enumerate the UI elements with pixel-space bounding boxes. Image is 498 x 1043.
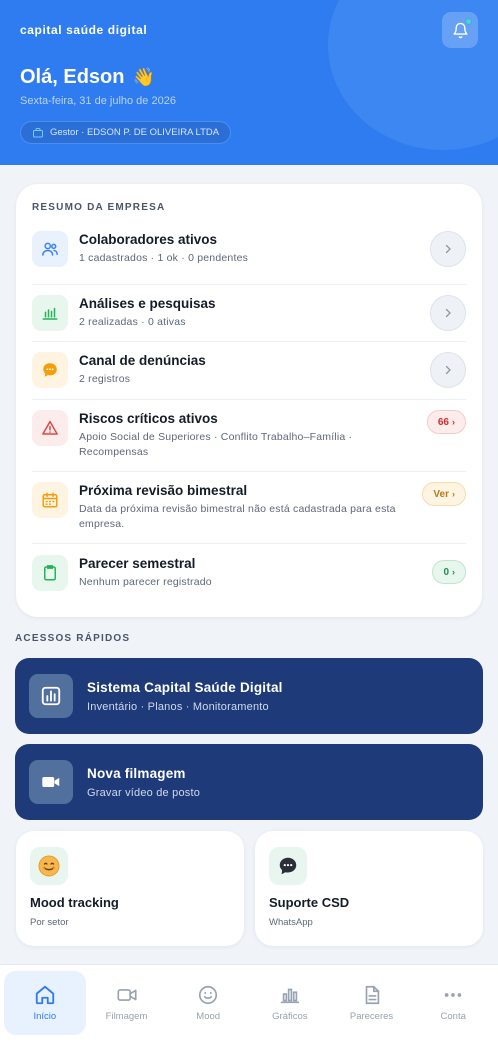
nav-item-conta[interactable]: Conta	[412, 971, 494, 1035]
nav-label: Conta	[440, 1011, 466, 1022]
support-card[interactable]: Suporte CSD WhatsApp	[255, 831, 483, 946]
role-text: Gestor · EDSON P. DE OLIVEIRA LTDA	[50, 127, 220, 138]
bar-chart-icon	[29, 674, 73, 718]
quick-access-title: ACESSOS RÁPIDOS	[15, 633, 131, 644]
summary-row-riscos[interactable]: Riscos críticos ativos Apoio Social de S…	[32, 410, 466, 472]
current-date: Sexta-feira, 31 de julho de 2026	[20, 95, 176, 107]
waving-hand-icon: 👋	[132, 67, 155, 87]
chat-bubble-icon	[269, 847, 307, 885]
chevron-right-icon: ›	[452, 417, 455, 427]
company-summary-card: RESUMO DA EMPRESA Colaboradores ativos 1…	[16, 184, 482, 617]
bottom-navigation: Início Filmagem Mood Gráficos Pareceres …	[0, 964, 498, 1043]
more-icon	[444, 993, 462, 997]
notifications-button[interactable]	[442, 12, 478, 48]
nav-item-filmagem[interactable]: Filmagem	[86, 971, 168, 1035]
row-title: Próxima revisão bimestral	[79, 483, 248, 498]
nav-item-inicio[interactable]: Início	[4, 971, 86, 1035]
summary-title: RESUMO DA EMPRESA	[32, 202, 166, 213]
mini-card-title: Suporte CSD	[269, 895, 350, 910]
mini-card-title: Mood tracking	[30, 895, 119, 910]
video-camera-icon	[116, 989, 137, 1001]
qa-card-subtitle: Inventário · Planos · Monitoramento	[87, 700, 269, 713]
brand-name: capital saúde digital	[20, 23, 148, 37]
nav-label: Gráficos	[272, 1011, 308, 1022]
user-role-icon	[33, 127, 43, 137]
mini-card-subtitle: Por setor	[30, 917, 69, 928]
summary-row-denuncias[interactable]: Canal de denúncias 2 registros	[32, 352, 466, 400]
row-subtitle: 2 registros	[79, 373, 131, 385]
row-subtitle: Nenhum parecer registrado	[79, 576, 212, 588]
row-subtitle: 2 realizadas · 0 ativas	[79, 316, 186, 328]
bar-chart-icon	[280, 988, 299, 1004]
chevron-button[interactable]	[430, 295, 466, 331]
summary-row-parecer[interactable]: Parecer semestral Nenhum parecer registr…	[32, 555, 466, 599]
review-view-badge[interactable]: Ver ›	[422, 482, 466, 506]
nav-item-mood[interactable]: Mood	[167, 971, 249, 1035]
nav-label: Filmagem	[105, 1011, 148, 1022]
mood-tracking-card[interactable]: Mood tracking Por setor	[16, 831, 244, 946]
home-icon	[35, 985, 54, 1005]
nav-item-graficos[interactable]: Gráficos	[249, 971, 331, 1035]
qa-card-title: Sistema Capital Saúde Digital	[87, 679, 283, 695]
chevron-button[interactable]	[430, 231, 466, 267]
chat-bubble-icon	[32, 352, 68, 388]
users-icon	[32, 231, 68, 267]
qa-card-subtitle: Gravar vídeo de posto	[87, 786, 201, 799]
smiley-icon	[199, 985, 218, 1005]
bar-chart-icon	[32, 295, 68, 331]
notification-dot	[465, 18, 472, 25]
greeting: Olá, Edson 👋	[20, 66, 155, 89]
row-title: Análises e pesquisas	[79, 296, 216, 311]
critical-risks-badge[interactable]: 66 ›	[426, 410, 466, 434]
summary-row-revisao[interactable]: Próxima revisão bimestral Data da próxim…	[32, 482, 466, 544]
row-title: Parecer semestral	[79, 556, 196, 571]
role-badge: Gestor · EDSON P. DE OLIVEIRA LTDA	[20, 121, 232, 144]
summary-row-colaboradores[interactable]: Colaboradores ativos 1 cadastrados · 1 o…	[32, 231, 466, 285]
capital-system-card[interactable]: Sistema Capital Saúde Digital Inventário…	[15, 658, 483, 734]
row-title: Riscos críticos ativos	[79, 411, 218, 426]
calendar-icon	[32, 482, 68, 518]
chevron-right-icon: ›	[452, 489, 455, 499]
chevron-right-icon	[445, 244, 451, 254]
nav-item-pareceres[interactable]: Pareceres	[331, 971, 413, 1035]
chevron-right-icon	[445, 365, 451, 375]
mini-card-subtitle: WhatsApp	[269, 917, 313, 928]
clipboard-icon	[32, 555, 68, 591]
video-camera-icon	[29, 760, 73, 804]
summary-row-analises[interactable]: Análises e pesquisas 2 realizadas · 0 at…	[32, 295, 466, 342]
nav-label: Mood	[196, 1011, 221, 1022]
greeting-text: Olá, Edson	[20, 66, 125, 88]
parecer-count-badge[interactable]: 0 ›	[432, 560, 466, 584]
row-title: Canal de denúncias	[79, 353, 206, 368]
row-subtitle: 1 cadastrados · 1 ok · 0 pendentes	[79, 252, 249, 264]
nav-label: Pareceres	[349, 1011, 394, 1022]
chevron-right-icon: ›	[452, 567, 455, 577]
document-icon	[365, 985, 379, 1005]
row-subtitle: Apoio Social de Superiores · Conflito Tr…	[79, 431, 353, 458]
chevron-button[interactable]	[430, 352, 466, 388]
row-title: Colaboradores ativos	[79, 232, 218, 247]
new-recording-card[interactable]: Nova filmagem Gravar vídeo de posto	[15, 744, 483, 820]
qa-card-title: Nova filmagem	[87, 765, 186, 781]
header: capital saúde digital Olá, Edson 👋 Sexta…	[0, 0, 498, 165]
warning-icon	[32, 410, 68, 446]
nav-label: Início	[33, 1011, 57, 1022]
chevron-right-icon	[445, 308, 451, 318]
row-subtitle: Data da próxima revisão bimestral não es…	[79, 503, 396, 530]
smiley-icon	[30, 847, 68, 885]
